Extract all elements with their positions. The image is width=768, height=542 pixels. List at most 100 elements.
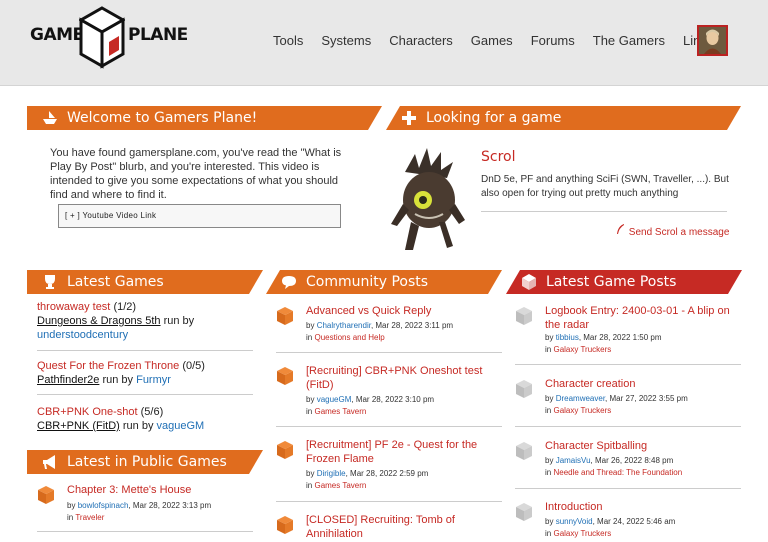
lfg-description: DnD 5e, PF and anything SciFi (SWN, Trav… — [481, 174, 729, 199]
divider — [515, 488, 741, 489]
post-user[interactable]: JamaisVu — [556, 456, 591, 465]
game-run-by: run by — [102, 374, 134, 386]
game-posts-title: Latest Game Posts — [546, 274, 677, 290]
post-forum[interactable]: Games Tavern — [314, 481, 366, 490]
community-posts-title: Community Posts — [306, 274, 429, 290]
post-meta: by vagueGM, Mar 28, 2022 3:10 pm — [306, 394, 434, 406]
post-date: , Mar 28, 2022 3:11 pm — [370, 321, 454, 330]
post-date: , Mar 24, 2022 5:46 am — [592, 517, 676, 526]
cube-icon — [277, 307, 293, 325]
lfg-divider — [481, 211, 727, 212]
post-user[interactable]: vagueGM — [317, 395, 352, 404]
post-meta: by Dirigible, Mar 28, 2022 2:59 pm — [306, 468, 428, 480]
post-in: in — [306, 481, 313, 490]
post-date: , Mar 28, 2022 1:50 pm — [578, 333, 662, 342]
trophy-icon — [39, 271, 61, 293]
post-forum[interactable]: Traveler — [75, 513, 104, 522]
main-nav: Tools Systems Characters Games Forums Th… — [273, 33, 731, 48]
nav-tools[interactable]: Tools — [273, 33, 303, 48]
user-avatar[interactable] — [697, 25, 728, 56]
post-title[interactable]: Advanced vs Quick Reply — [306, 304, 506, 318]
nav-systems[interactable]: Systems — [321, 33, 371, 48]
post-date: , Mar 26, 2022 8:48 pm — [590, 456, 674, 465]
game-run-by: run by — [122, 420, 154, 432]
post-title[interactable]: [Recruitment] PF 2e - Quest for the Froz… — [306, 438, 506, 466]
post-user[interactable]: Dirigible — [317, 469, 346, 478]
game-post-item: Character creation by Dreamweaver, Mar 2… — [515, 377, 745, 423]
post-user[interactable]: sunnyVoid — [556, 517, 593, 526]
avatar-image — [699, 27, 726, 54]
youtube-video-link[interactable]: [ + ] Youtube Video Link — [58, 204, 341, 228]
welcome-title: Welcome to Gamers Plane! — [67, 110, 258, 126]
post-title[interactable]: Chapter 3: Mette's House — [67, 483, 267, 497]
post-meta: by sunnyVoid, Mar 24, 2022 5:46 am — [545, 516, 675, 528]
post-meta: by tibbius, Mar 28, 2022 1:50 pm — [545, 332, 662, 344]
post-date: , Mar 28, 2022 2:59 pm — [345, 469, 429, 478]
post-user[interactable]: tibbius — [556, 333, 579, 342]
post-forum-line: in Questions and Help — [306, 332, 385, 344]
post-forum[interactable]: Galaxy Truckers — [553, 529, 611, 538]
game-gm[interactable]: understoodcentury — [37, 329, 128, 341]
game-system[interactable]: CBR+PNK (FitD) — [37, 420, 120, 432]
latest-games-title: Latest Games — [67, 274, 164, 290]
game-title[interactable]: throwaway test — [37, 301, 110, 313]
post-user[interactable]: bowlofspinach — [78, 501, 129, 510]
cube-icon — [277, 441, 293, 459]
post-title[interactable]: Introduction — [545, 500, 745, 514]
logo-text-right: PLANE — [128, 25, 188, 45]
megaphone-icon — [39, 451, 61, 473]
post-forum[interactable]: Galaxy Truckers — [553, 406, 611, 415]
post-forum[interactable]: Needle and Thread: The Foundation — [553, 468, 682, 477]
nav-the-gamers[interactable]: The Gamers — [593, 33, 665, 48]
send-message-label: Send Scrol a message — [628, 227, 730, 238]
game-item: Quest For the Frozen Throne (0/5) Pathfi… — [37, 359, 253, 387]
post-forum[interactable]: Questions and Help — [314, 333, 384, 342]
post-by: by — [545, 333, 554, 342]
send-message-link[interactable]: Send Scrol a message — [616, 224, 729, 238]
game-system[interactable]: Dungeons & Dragons 5th — [37, 315, 161, 327]
post-title[interactable]: Character creation — [545, 377, 745, 391]
post-by: by — [545, 394, 554, 403]
post-forum[interactable]: Galaxy Truckers — [553, 345, 611, 354]
community-post-item: [Recruitment] PF 2e - Quest for the Froz… — [276, 438, 506, 494]
post-user[interactable]: Dreamweaver — [556, 394, 605, 403]
cube-icon — [516, 442, 532, 460]
post-title[interactable]: Character Spitballing — [545, 439, 745, 453]
game-gm[interactable]: vagueGM — [157, 420, 205, 432]
post-meta: by bowlofspinach, Mar 28, 2022 3:13 pm — [67, 500, 211, 512]
game-item: CBR+PNK One-shot (5/6) CBR+PNK (FitD) ru… — [37, 405, 253, 433]
nav-forums[interactable]: Forums — [531, 33, 575, 48]
post-title[interactable]: Logbook Entry: 2400-03-01 - A blip on th… — [545, 304, 745, 332]
dice-icon — [518, 271, 540, 293]
post-title[interactable]: [CLOSED] Recruiting: Tomb of Annihilatio… — [306, 513, 506, 541]
post-in: in — [67, 513, 74, 522]
cube-icon — [516, 380, 532, 398]
welcome-banner: Welcome to Gamers Plane! — [27, 106, 382, 130]
community-posts-banner: Community Posts — [266, 270, 502, 294]
lfg-banner: Looking for a game — [386, 106, 741, 130]
post-user[interactable]: Chalrytharendir — [317, 321, 371, 330]
post-in: in — [545, 406, 552, 415]
game-posts-banner: Latest Game Posts — [506, 270, 742, 294]
post-title[interactable]: [Recruiting] CBR+PNK Oneshot test (FitD) — [306, 364, 506, 392]
game-title[interactable]: Quest For the Frozen Throne — [37, 360, 179, 372]
nav-characters[interactable]: Characters — [389, 33, 453, 48]
game-count: (0/5) — [182, 360, 205, 372]
logo-cube-icon — [79, 6, 125, 69]
site-logo[interactable]: GAMERS PLANE — [30, 6, 188, 70]
game-count: (1/2) — [113, 301, 137, 313]
post-by: by — [306, 395, 315, 404]
game-title[interactable]: CBR+PNK One-shot — [37, 406, 138, 418]
post-by: by — [545, 517, 554, 526]
post-forum-line: in Games Tavern — [306, 406, 366, 418]
cube-icon — [277, 367, 293, 385]
nav-games[interactable]: Games — [471, 33, 513, 48]
post-forum[interactable]: Games Tavern — [314, 407, 366, 416]
post-date: , Mar 28, 2022 3:10 pm — [351, 395, 435, 404]
lfg-user-name[interactable]: Scrol — [481, 149, 516, 165]
game-system[interactable]: Pathfinder2e — [37, 374, 99, 386]
game-post-item: Character Spitballing by JamaisVu, Mar 2… — [515, 439, 745, 485]
welcome-text: You have found gamersplane.com, you've r… — [50, 147, 342, 201]
post-in: in — [545, 468, 552, 477]
game-gm[interactable]: Furmyr — [136, 374, 171, 386]
